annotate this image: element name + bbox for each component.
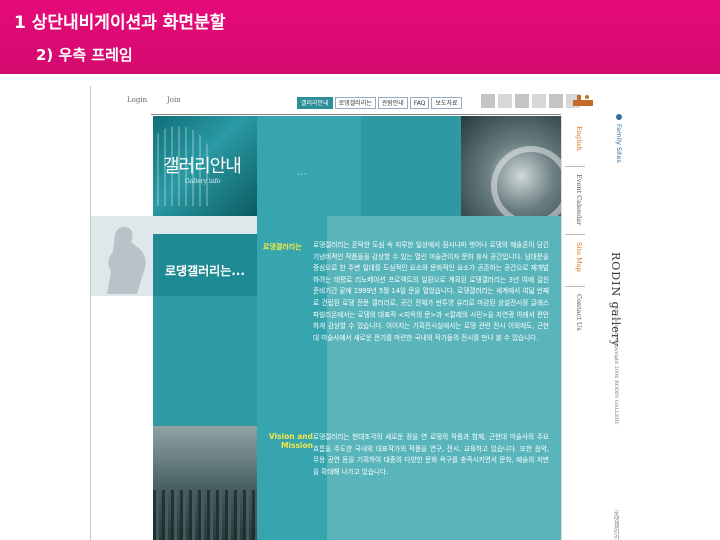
- menu-divider: [565, 286, 585, 287]
- nav-item-visit[interactable]: 관람안내: [377, 97, 408, 109]
- visitors-photo: [153, 426, 257, 540]
- menu-divider: [565, 166, 585, 167]
- main-nav: 갤러리안내 로댕갤러리는 관람안내 FAQ 보도자료: [297, 97, 462, 109]
- about-paragraph: 로댕갤러리는 혼탁한 도심 속 지루한 일상에서 잠시나마 벗어나 로댕의 예술…: [313, 241, 549, 342]
- nav-item-gallery-info[interactable]: 갤러리안내: [297, 97, 333, 109]
- copyright-text: All Contents Copyright 2006 RODIN GALLER…: [613, 306, 619, 425]
- thinker-sculpture-icon: [107, 226, 146, 294]
- menu-site-map[interactable]: Site Map: [575, 242, 583, 272]
- nav-thumb-icon[interactable]: [481, 94, 495, 108]
- slide-title: 1 상단내비게이션과 화면분할: [14, 13, 226, 33]
- nav-thumb-icon[interactable]: [515, 94, 529, 108]
- gallery-subtitle: Gallery info: [185, 178, 221, 185]
- slide-subtitle: 2) 우측 프레임: [36, 46, 133, 64]
- ellipsis-dots: ···: [297, 170, 308, 179]
- vision-paragraph: 로댕갤러리는 현대조각의 새로운 장을 연 로댕의 작품과 함께, 근현대 미술…: [313, 433, 549, 476]
- nav-thumb-icon[interactable]: [549, 94, 563, 108]
- pavilion-photo: [461, 116, 561, 216]
- nav-item-about[interactable]: 로댕갤러리는: [334, 97, 376, 109]
- section-heading-about: 로댕갤러리는: [263, 243, 302, 251]
- teal-panel: [153, 296, 257, 426]
- header-divider: [151, 114, 561, 115]
- nav-icon-group: [481, 94, 580, 108]
- teal-panel: [257, 116, 361, 216]
- gallery-title: 갤러리안내: [163, 156, 242, 177]
- corner-mark: 로댕갤러리: [612, 510, 619, 540]
- family-sites-icon: [616, 114, 622, 120]
- gallery-mini-logo-icon[interactable]: [571, 92, 595, 108]
- nav-thumb-icon[interactable]: [532, 94, 546, 108]
- section-heading-vision: Vision and Mission: [268, 432, 313, 450]
- nav-thumb-icon[interactable]: [498, 94, 512, 108]
- nav-item-press[interactable]: 보도자료: [431, 97, 462, 109]
- menu-contact-us[interactable]: Contact Us: [575, 294, 583, 331]
- menu-divider: [565, 234, 585, 235]
- slide-header-bar: 1 상단내비게이션과 화면분할 2) 우측 프레임: [0, 0, 720, 74]
- website-frame: Login Join 갤러리안내 로댕갤러리는 관람안내 FAQ 보도자료 갤러…: [90, 86, 630, 540]
- family-sites-link[interactable]: Family Sites: [615, 124, 623, 163]
- join-link[interactable]: Join: [167, 96, 181, 104]
- login-link[interactable]: Login: [127, 96, 147, 104]
- gallery-building-photo: 갤러리안내 Gallery info: [153, 116, 257, 216]
- top-navigation: Login Join 갤러리안내 로댕갤러리는 관람안내 FAQ 보도자료: [91, 86, 630, 116]
- section-label: 로댕갤러리는...: [165, 264, 245, 278]
- teal-panel: [361, 116, 461, 216]
- nav-item-faq[interactable]: FAQ: [409, 97, 430, 109]
- menu-english[interactable]: English: [575, 126, 583, 151]
- menu-event-calendar[interactable]: Event Calendar: [575, 174, 583, 225]
